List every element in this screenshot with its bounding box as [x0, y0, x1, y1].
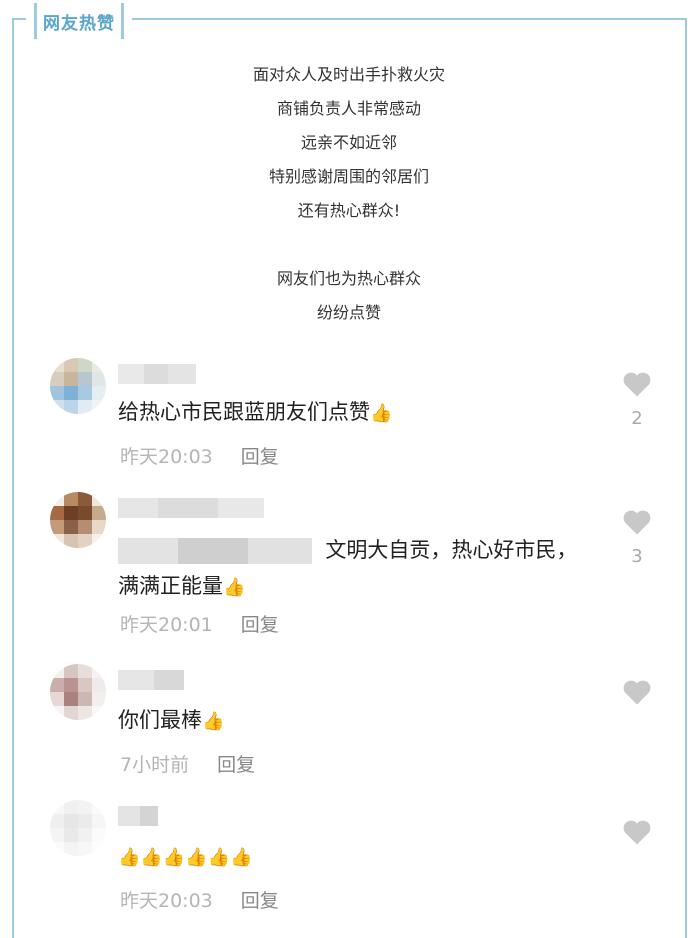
thumbs-up-icon: 👍: [202, 711, 225, 732]
like-button[interactable]: 2: [622, 370, 652, 429]
like-count: 2: [631, 408, 643, 429]
comment-meta: 昨天20:03 回复: [120, 886, 279, 913]
username-blurred[interactable]: [118, 806, 158, 826]
intro-line: 面对众人及时出手扑救火灾: [252, 65, 445, 84]
heart-icon[interactable]: [622, 678, 652, 706]
heart-icon[interactable]: [622, 370, 652, 398]
timestamp: 昨天20:01: [120, 614, 213, 636]
username-blurred[interactable]: [118, 670, 184, 690]
heart-icon[interactable]: [622, 818, 652, 846]
comment-text: 给热心市民跟蓝朋友们点赞: [118, 400, 370, 424]
section-title: 网友热赞: [43, 13, 115, 34]
thumbs-up-icon: 👍👍👍👍👍👍: [118, 847, 253, 868]
comment-text: 👍👍👍👍👍👍: [118, 838, 588, 876]
reply-button[interactable]: 回复: [241, 890, 279, 912]
comment-text: 你们最棒👍: [118, 702, 588, 740]
heart-icon[interactable]: [622, 508, 652, 536]
comment-meta: 昨天20:01 回复: [120, 610, 279, 637]
username-blurred[interactable]: [118, 498, 264, 518]
username-blurred[interactable]: [118, 364, 196, 384]
avatar[interactable]: [50, 664, 106, 720]
avatar[interactable]: [50, 492, 106, 548]
avatar[interactable]: [50, 358, 106, 414]
timestamp: 昨天20:03: [120, 890, 213, 912]
intro-text: 面对众人及时出手扑救火灾 商铺负责人非常感动 远亲不如近邻 特别感谢周围的邻居们…: [0, 58, 698, 330]
comment-text: 你们最棒: [118, 708, 202, 732]
like-button[interactable]: 3: [622, 508, 652, 567]
timestamp: 昨天20:03: [120, 446, 213, 468]
intro-line: 纷纷点赞: [316, 303, 381, 322]
comment-text: 给热心市民跟蓝朋友们点赞👍: [118, 394, 588, 432]
avatar[interactable]: [50, 800, 106, 856]
like-button[interactable]: [622, 818, 652, 850]
intro-line: 网友们也为热心群众: [276, 269, 421, 288]
tab-bar-right: [121, 3, 124, 39]
timestamp: 7小时前: [120, 754, 190, 776]
comment-meta: 昨天20:03 回复: [120, 442, 279, 469]
comment-text: 文明大自贡，热心好市民，满满正能量👍: [118, 532, 588, 606]
section-tab: 网友热赞: [26, 0, 132, 42]
mention-blurred: [118, 538, 178, 564]
like-count: 3: [631, 546, 643, 567]
intro-line: 还有热心群众!: [297, 201, 401, 220]
like-button[interactable]: [622, 678, 652, 710]
reply-button[interactable]: 回复: [241, 446, 279, 468]
intro-line: 远亲不如近邻: [300, 133, 397, 152]
thumbs-up-icon: 👍: [370, 403, 393, 424]
intro-line: 特别感谢周围的邻居们: [268, 167, 429, 186]
reply-button[interactable]: 回复: [217, 754, 255, 776]
comment-meta: 7小时前 回复: [120, 750, 255, 777]
intro-line: 商铺负责人非常感动: [276, 99, 421, 118]
thumbs-up-icon: 👍: [223, 577, 246, 598]
reply-button[interactable]: 回复: [241, 614, 279, 636]
